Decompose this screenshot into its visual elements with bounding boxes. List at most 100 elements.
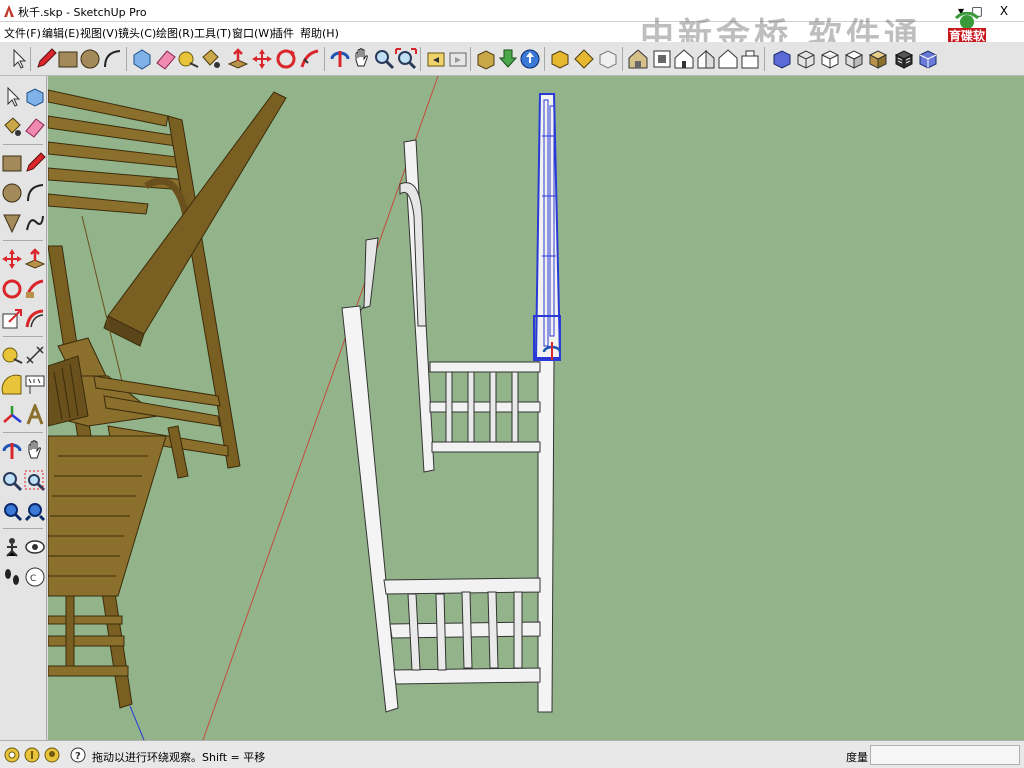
tape-measure-icon[interactable] — [176, 47, 200, 71]
rectangle-icon[interactable] — [1, 152, 23, 174]
tape-measure-icon[interactable] — [1, 344, 23, 366]
xray-icon[interactable] — [770, 47, 794, 71]
wireframe-icon[interactable] — [794, 47, 818, 71]
iso-view-icon[interactable] — [626, 47, 650, 71]
select-icon[interactable] — [6, 47, 30, 71]
share-model-icon[interactable] — [518, 47, 542, 71]
shaded-textures-icon[interactable] — [866, 47, 890, 71]
orbit-icon[interactable] — [328, 47, 352, 71]
eraser-icon[interactable] — [154, 47, 178, 71]
3d-text-icon[interactable] — [24, 404, 46, 426]
paint-bucket-icon[interactable] — [198, 47, 222, 71]
push-pull-icon[interactable] — [24, 248, 46, 270]
previous-view-icon[interactable] — [24, 500, 46, 522]
menu-edit[interactable]: 编辑(E) — [42, 25, 80, 41]
orbit-icon[interactable] — [1, 440, 23, 462]
palette-separator — [3, 144, 43, 145]
selected-post-component[interactable] — [533, 93, 562, 361]
back-view-icon[interactable] — [716, 47, 740, 71]
user-icon[interactable] — [44, 747, 60, 763]
make-component-icon[interactable] — [130, 47, 154, 71]
rotate-icon[interactable] — [1, 278, 23, 300]
eraser-icon[interactable] — [24, 116, 46, 138]
toolbar-separator — [764, 47, 765, 71]
follow-me-icon[interactable] — [24, 278, 46, 300]
move-icon[interactable] — [1, 248, 23, 270]
pencil-icon[interactable] — [34, 47, 58, 71]
measurements-label: 度量 — [846, 751, 868, 764]
freehand-icon[interactable] — [24, 212, 46, 234]
zoom-icon[interactable] — [372, 47, 396, 71]
toolbar-separator — [470, 47, 471, 71]
zoom-window-icon[interactable] — [24, 470, 46, 492]
left-view-icon[interactable] — [738, 47, 762, 71]
look-around-icon[interactable] — [24, 536, 46, 558]
push-pull-icon[interactable] — [226, 47, 250, 71]
section-plane-icon[interactable]: C — [24, 566, 46, 588]
tool-palette: C — [0, 76, 47, 740]
menu-draw[interactable]: 绘图(R) — [156, 25, 194, 41]
menu-camera[interactable]: 镜头(C) — [118, 25, 156, 41]
scale-icon[interactable] — [1, 308, 23, 330]
previous-view-icon[interactable] — [424, 47, 448, 71]
menu-plugins[interactable]: 插件 — [272, 25, 294, 41]
paint-bucket-icon[interactable] — [1, 116, 23, 138]
dimension-icon[interactable] — [24, 344, 46, 366]
white-frame-model[interactable] — [341, 139, 555, 713]
menu-view[interactable]: 视图(V) — [80, 25, 118, 41]
select-icon[interactable] — [1, 86, 23, 108]
get-models-icon[interactable] — [496, 47, 520, 71]
component-icon[interactable] — [548, 47, 572, 71]
model-viewport[interactable] — [48, 76, 1024, 740]
circle-icon[interactable] — [1, 182, 23, 204]
credits-icon[interactable] — [24, 747, 40, 763]
monochrome-icon[interactable] — [892, 47, 916, 71]
make-component-icon[interactable] — [24, 86, 46, 108]
next-view-icon[interactable] — [446, 47, 470, 71]
circle-icon[interactable] — [78, 47, 102, 71]
front-view-icon[interactable] — [672, 47, 696, 71]
zoom-extents-icon[interactable] — [1, 500, 23, 522]
toolbar-separator — [324, 47, 325, 71]
geo-location-icon[interactable] — [4, 747, 20, 763]
model-canvas[interactable] — [48, 76, 1024, 740]
arc-icon[interactable] — [24, 182, 46, 204]
follow-me-icon[interactable] — [298, 47, 322, 71]
pan-icon[interactable] — [24, 440, 46, 462]
zoom-icon[interactable] — [1, 470, 23, 492]
pan-icon[interactable] — [350, 47, 374, 71]
protractor-icon[interactable] — [1, 374, 23, 396]
3d-warehouse-icon[interactable] — [474, 47, 498, 71]
palette-separator — [3, 336, 43, 337]
shaded-icon[interactable] — [842, 47, 866, 71]
share-component-icon[interactable] — [596, 47, 620, 71]
rectangle-icon[interactable] — [56, 47, 80, 71]
sketchup-app-icon[interactable] — [3, 4, 15, 18]
polygon-icon[interactable] — [1, 212, 23, 234]
wooden-swing-model[interactable] — [48, 89, 287, 709]
top-view-icon[interactable] — [650, 47, 674, 71]
menu-window[interactable]: 窗口(W) — [232, 25, 273, 41]
blue-axis-line — [129, 705, 145, 740]
position-camera-icon[interactable] — [1, 536, 23, 558]
close-button[interactable]: X — [993, 2, 1015, 20]
menu-help[interactable]: 帮助(H) — [300, 25, 339, 41]
move-icon[interactable] — [250, 47, 274, 71]
axes-icon[interactable] — [1, 404, 23, 426]
arc-icon[interactable] — [100, 47, 124, 71]
rotate-icon[interactable] — [274, 47, 298, 71]
measurements-input[interactable] — [870, 745, 1020, 765]
pencil-icon[interactable] — [24, 152, 46, 174]
walk-icon[interactable] — [1, 566, 23, 588]
text-icon[interactable] — [24, 374, 46, 396]
toolbar-separator — [420, 47, 421, 71]
hidden-line-icon[interactable] — [818, 47, 842, 71]
extension-icon[interactable] — [572, 47, 596, 71]
style-xray-icon[interactable] — [916, 47, 940, 71]
right-view-icon[interactable] — [694, 47, 718, 71]
offset-icon[interactable] — [24, 308, 46, 330]
menu-file[interactable]: 文件(F) — [4, 25, 41, 41]
zoom-extents-icon[interactable] — [394, 47, 418, 71]
help-icon[interactable]: ? — [70, 747, 86, 763]
menu-tools[interactable]: 工具(T) — [194, 25, 231, 41]
